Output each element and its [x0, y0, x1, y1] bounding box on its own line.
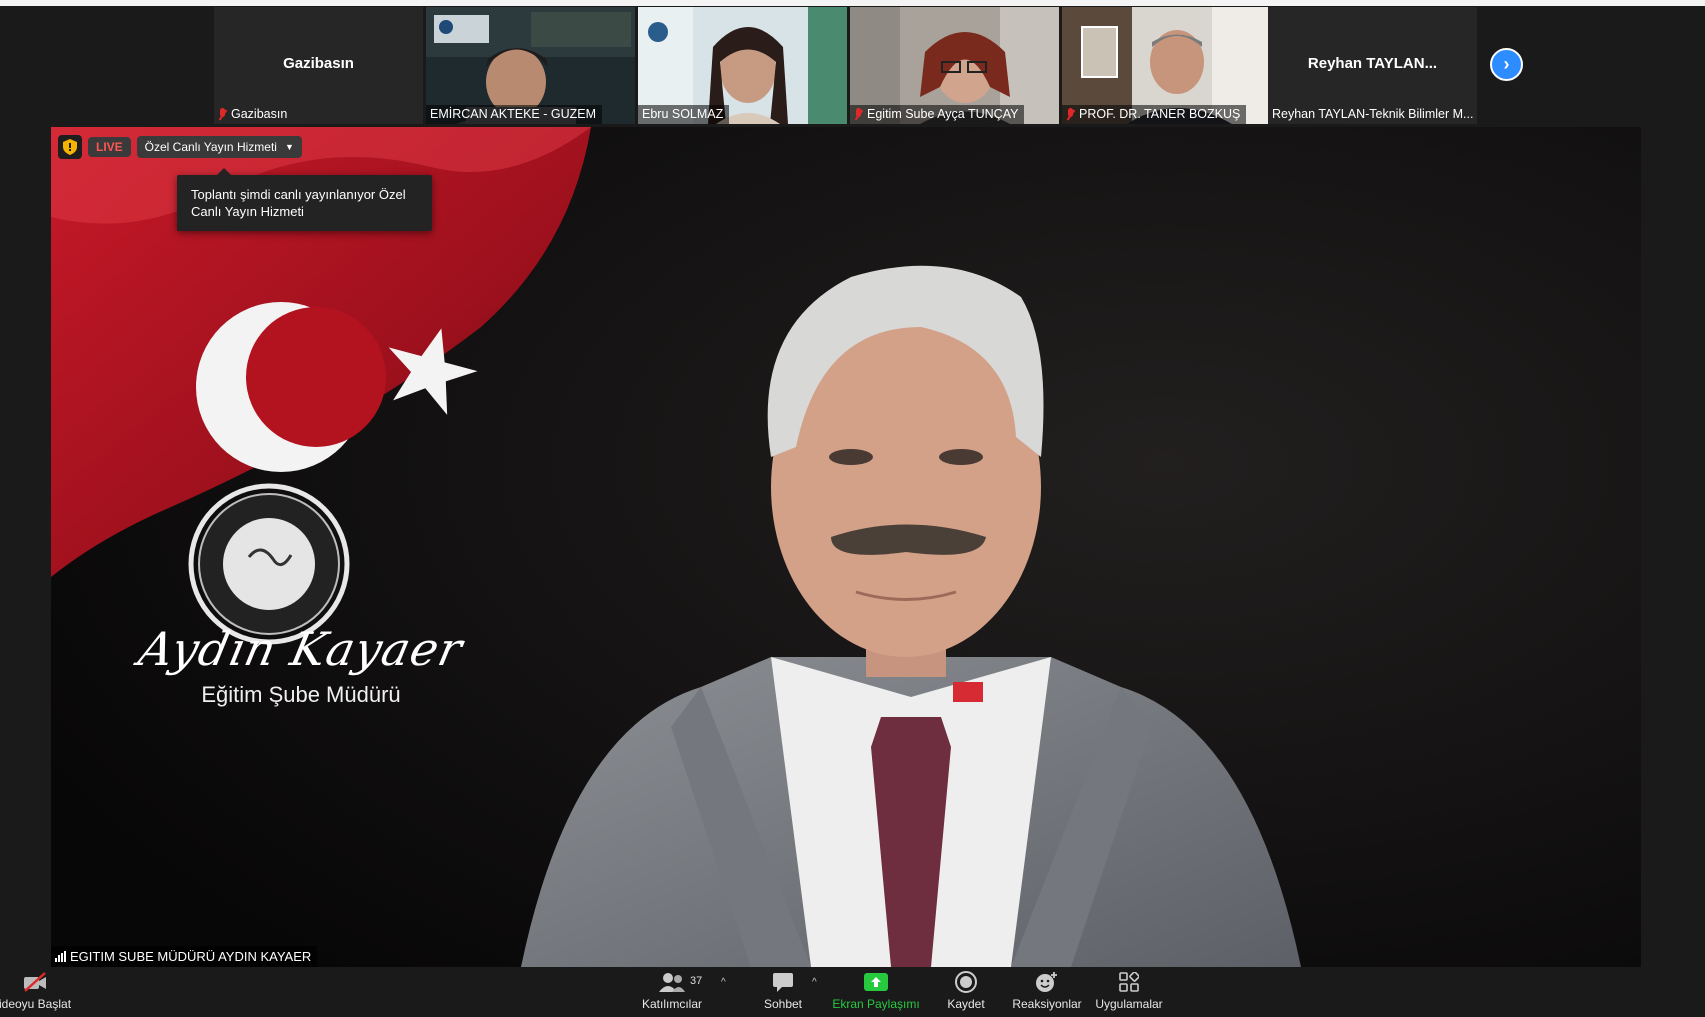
mic-muted-icon [218, 107, 227, 121]
active-speaker-video: Aydın Kayaer Eğitim Şube Müdürü EGITIM S… [51, 127, 1641, 967]
chat-button[interactable]: Sohbet [755, 967, 811, 1017]
participant-label-text: Egitim Sube Ayça TUNÇAY [867, 107, 1019, 121]
participant-label-text: EMİRCAN AKTEKE - GUZEM [430, 107, 596, 121]
live-stream-tooltip: Toplantı şimdi canlı yayınlanıyor Özel C… [177, 168, 432, 231]
speaker-video-frame [51, 127, 1641, 967]
chevron-right-icon[interactable]: › [1490, 48, 1523, 81]
share-screen-label: Ekran Paylaşımı [832, 997, 920, 1011]
participant-tile-gazibasin[interactable]: Gazibasın Gazibasın [214, 7, 423, 124]
active-speaker-name: EGITIM SUBE MÜDÜRÜ AYDIN KAYAER [70, 949, 312, 964]
participants-icon [658, 967, 686, 997]
apps-button[interactable]: Uygulamalar [1094, 967, 1164, 1017]
share-screen-button[interactable]: Ekran Paylaşımı [832, 967, 920, 1017]
participants-caret-icon[interactable]: ^ [721, 977, 726, 988]
security-shield-icon[interactable] [58, 135, 82, 159]
apps-icon [1119, 967, 1139, 997]
participant-tile-taner[interactable]: PROF. DR. TANER BOZKUŞ [1062, 7, 1271, 124]
share-screen-icon [864, 967, 888, 997]
speaker-signature: Aydın Kayaer [134, 622, 468, 676]
active-speaker-label: EGITIM SUBE MÜDÜRÜ AYDIN KAYAER [51, 946, 318, 967]
live-badge-text: LIVE [96, 140, 123, 154]
participant-tile-emircan[interactable]: EMİRCAN AKTEKE - GUZEM [426, 7, 635, 124]
participant-label-text: Reyhan TAYLAN-Teknik Bilimler M... [1272, 107, 1474, 121]
camera-off-icon [22, 967, 48, 997]
participant-label-text: Ebru SOLMAZ [642, 107, 724, 121]
chat-caret-icon[interactable]: ^ [812, 977, 817, 988]
participants-count: 37 [690, 975, 703, 987]
record-button[interactable]: Kaydet [940, 967, 992, 1017]
participant-tile-reyhan[interactable]: Reyhan TAYLAN... Reyhan TAYLAN-Teknik Bi… [1268, 7, 1477, 124]
participant-label-text: PROF. DR. TANER BOZKUŞ [1079, 107, 1241, 121]
participant-label: Gazibasın [214, 105, 293, 124]
caret-down-icon: ▼ [284, 142, 294, 152]
participant-name: Reyhan TAYLAN... [1307, 55, 1438, 72]
meeting-toolbar: ideoyu Başlat Katılımcılar 37 ^ Sohbet ^… [0, 967, 1705, 1017]
participant-label: Reyhan TAYLAN-Teknik Bilimler M... [1268, 105, 1477, 124]
reactions-label: Reaksiyonlar [1012, 997, 1082, 1011]
participant-name: Gazibasın [283, 55, 354, 72]
speaker-title: Eğitim Şube Müdürü [201, 682, 401, 707]
chat-icon [772, 967, 794, 997]
chat-label: Sohbet [763, 997, 803, 1011]
reactions-icon [1035, 967, 1059, 997]
live-badge[interactable]: LIVE [88, 137, 131, 157]
participant-label: Ebru SOLMAZ [638, 105, 730, 124]
apps-label: Uygulamalar [1095, 997, 1163, 1011]
start-video-label: ideoyu Başlat [0, 997, 72, 1011]
mic-muted-icon [1066, 107, 1075, 121]
participant-label: EMİRCAN AKTEKE - GUZEM [426, 105, 602, 124]
reactions-button[interactable]: Reaksiyonlar [1012, 967, 1082, 1017]
participant-label: PROF. DR. TANER BOZKUŞ [1062, 105, 1247, 124]
participant-tile-ayca[interactable]: Egitim Sube Ayça TUNÇAY [850, 7, 1059, 124]
speaker-name-overlay: Aydın Kayaer Eğitim Şube Müdürü [121, 622, 481, 708]
participant-label-text: Gazibasın [231, 107, 288, 121]
participant-label: Egitim Sube Ayça TUNÇAY [850, 105, 1025, 124]
live-stream-bar: LIVE Özel Canlı Yayın Hizmeti ▼ [58, 134, 302, 160]
record-label: Kaydet [947, 997, 985, 1011]
live-stream-service-dropdown[interactable]: Özel Canlı Yayın Hizmeti ▼ [136, 136, 302, 158]
record-icon [955, 967, 977, 997]
participant-filmstrip: Gazibasın Gazibasın EMİRCAN AKTEKE - GUZ… [0, 6, 1705, 124]
mic-muted-icon [854, 107, 863, 121]
start-video-button[interactable]: ideoyu Başlat [0, 967, 72, 1017]
live-stream-service-label: Özel Canlı Yayın Hizmeti [144, 140, 277, 154]
participants-label: Katılımcılar [641, 997, 702, 1011]
participant-tile-ebru[interactable]: Ebru SOLMAZ [638, 7, 847, 124]
connection-signal-icon [55, 951, 66, 962]
